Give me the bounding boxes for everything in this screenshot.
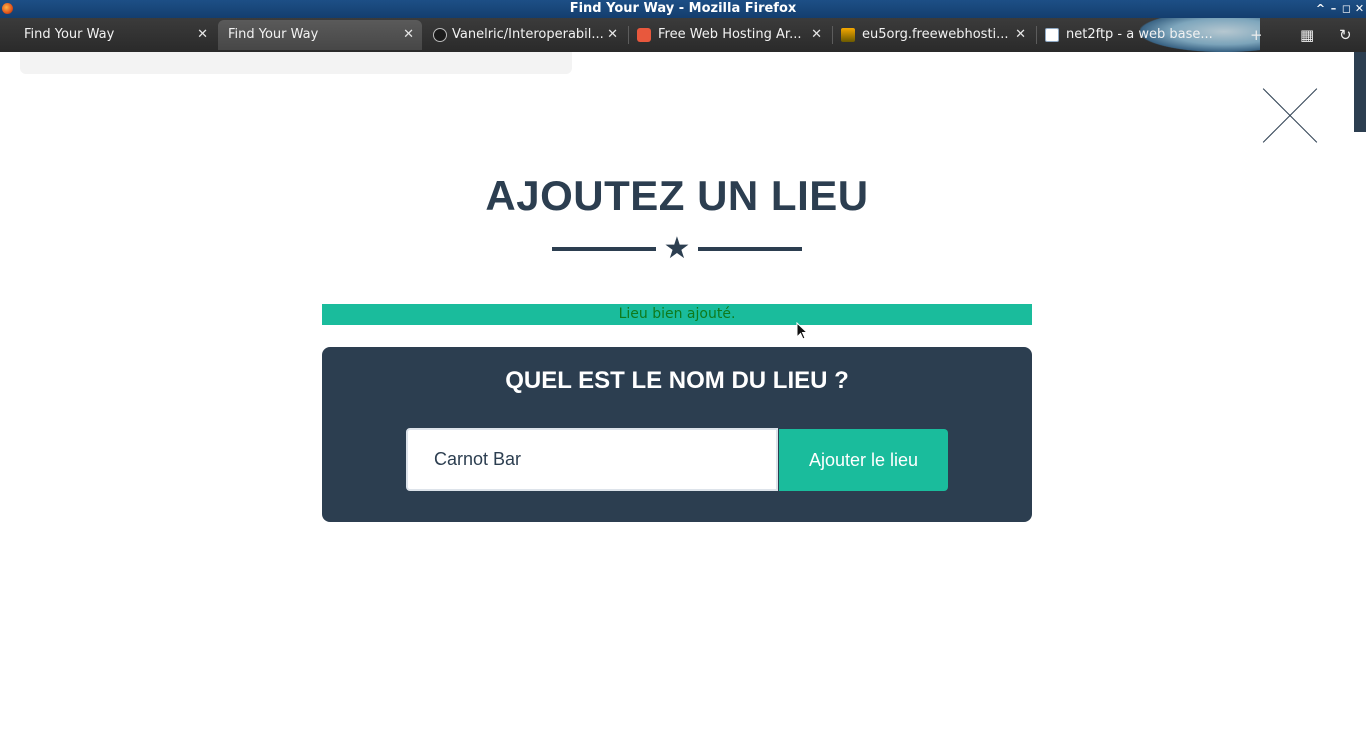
add-place-form: QUEL EST LE NOM DU LIEU ? Ajouter le lie… [322, 347, 1032, 522]
window-minimize-icon[interactable]: – [1327, 0, 1340, 18]
firefox-logo-icon [2, 3, 13, 14]
tab-label: Find Your Way [24, 27, 115, 42]
faded-navbar [20, 52, 572, 74]
tab-label: Find Your Way [228, 27, 319, 42]
tab-eu5org[interactable]: eu5org.freewebhosti... ✕ [834, 20, 1034, 50]
tab-label: net2ftp - a web base... [1066, 27, 1213, 42]
tab-groups-icon[interactable]: ▦ [1300, 26, 1314, 44]
star-icon: ★ [663, 231, 691, 266]
divider-line-left [552, 247, 656, 251]
scrollbar-thumb[interactable] [1354, 52, 1366, 132]
github-icon [433, 28, 447, 42]
history-icon[interactable]: ↻ [1339, 26, 1352, 44]
net2ftp-icon [1045, 28, 1059, 42]
hosting-icon [637, 28, 651, 42]
window-title: Find Your Way - Mozilla Firefox [569, 1, 797, 16]
divider-line-right [698, 247, 802, 251]
title-divider: ★ [552, 233, 802, 265]
page-viewport: AJOUTEZ UN LIEU ★ Lieu bien ajouté. QUEL… [0, 52, 1366, 737]
tab-find-your-way-1[interactable]: Find Your Way ✕ [0, 20, 216, 50]
close-tab-icon[interactable]: ✕ [403, 20, 414, 50]
tab-net2ftp[interactable]: net2ftp - a web base... [1038, 20, 1238, 50]
tab-free-web-hosting[interactable]: Free Web Hosting Ar... ✕ [630, 20, 830, 50]
tab-label: Vanelric/Interoperabil... [452, 27, 604, 42]
add-place-button[interactable]: Ajouter le lieu [779, 429, 948, 491]
window-up-icon[interactable]: ^ [1314, 0, 1327, 18]
close-tab-icon[interactable]: ✕ [197, 20, 208, 50]
place-name-input[interactable] [406, 428, 778, 491]
tab-separator [832, 26, 833, 44]
pma-icon [841, 28, 855, 42]
tab-label: eu5org.freewebhosti... [862, 27, 1009, 42]
tab-separator [628, 26, 629, 44]
tab-github[interactable]: Vanelric/Interoperabil... ✕ [426, 20, 626, 50]
window-maximize-icon[interactable]: ◻ [1340, 0, 1353, 18]
mouse-cursor-icon [796, 322, 808, 340]
tab-strip: Find Your Way ✕ Find Your Way ✕ Vanelric… [0, 18, 1366, 53]
form-title: QUEL EST LE NOM DU LIEU ? [505, 367, 849, 394]
close-tab-icon[interactable]: ✕ [607, 20, 618, 50]
page-title: AJOUTEZ UN LIEU [485, 172, 869, 219]
close-icon[interactable] [1262, 88, 1318, 144]
new-tab-icon[interactable]: + [1250, 26, 1263, 44]
close-tab-icon[interactable]: ✕ [1015, 20, 1026, 50]
window-titlebar: Find Your Way - Mozilla Firefox ^ – ◻ ✕ [0, 0, 1366, 18]
tab-label: Free Web Hosting Ar... [658, 27, 802, 42]
close-tab-icon[interactable]: ✕ [811, 20, 822, 50]
tab-separator [1036, 26, 1037, 44]
tab-find-your-way-2[interactable]: Find Your Way ✕ [218, 20, 422, 50]
window-close-icon[interactable]: ✕ [1353, 0, 1366, 18]
success-alert: Lieu bien ajouté. [322, 304, 1032, 325]
